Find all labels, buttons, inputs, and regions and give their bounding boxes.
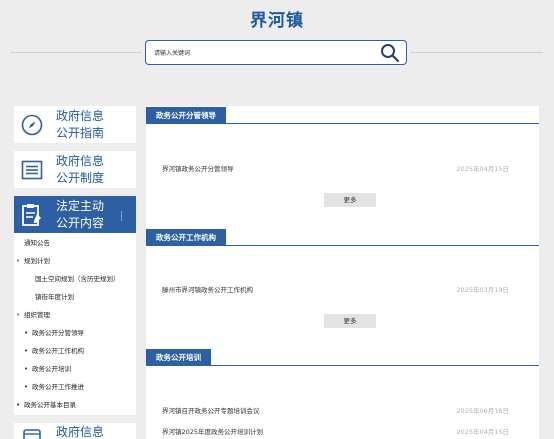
bullet-icon: • <box>24 383 29 391</box>
main-content: 政务公开分管领导 界河镇政务公开分管领导 2025年04月15日 更多 政务公开… <box>146 106 539 439</box>
tree-item-org-management[interactable]: • 组织管理 <box>14 306 136 324</box>
bullet-icon: • <box>16 257 21 265</box>
list-item-title[interactable]: 滕州市界河镇政务公开工作机构 <box>162 284 253 294</box>
bullet-icon: • <box>24 347 29 355</box>
list-icon <box>14 151 50 188</box>
site-title: 界河镇 <box>250 11 304 31</box>
bullet-icon: • <box>24 365 29 373</box>
list-item[interactable]: 滕州市界河镇政务公开工作机构 2025年03月19日 <box>162 284 509 294</box>
sidebar-card-label: 法定主动 公开内容 <box>56 198 105 230</box>
list-item[interactable]: 界河镇2025年度政务公开培训计划 2025年04月15日 <box>162 426 509 436</box>
section-header-agency: 政务公开工作机构 <box>146 229 539 246</box>
sidebar-card-system[interactable]: 政府信息 公开制度 <box>14 151 136 188</box>
bus-icon <box>14 423 50 439</box>
tree-item-annual-plan[interactable]: 镇街年度计划 <box>14 288 136 306</box>
active-indicator <box>121 211 122 221</box>
list-item[interactable]: 界河镇召开政务公开专题培训会议 2025年06月16日 <box>162 405 509 415</box>
tree-item-training[interactable]: • 政务公开培训 <box>14 360 136 378</box>
divider-left <box>10 52 142 53</box>
tree-item-catalog[interactable]: • 政务公开基本目录 <box>14 396 136 414</box>
more-button[interactable]: 更多 <box>324 193 376 207</box>
search-input[interactable] <box>154 47 374 60</box>
search-icon <box>381 44 400 63</box>
tree-item-progress[interactable]: • 政务公开工作推进 <box>14 378 136 396</box>
sidebar-card-label: 政府信息 公开制度 <box>56 153 105 185</box>
tree-item-notice[interactable]: 通知公告 <box>14 234 136 252</box>
document-edit-icon <box>14 196 50 233</box>
section-header-leader: 政务公开分管领导 <box>146 107 539 124</box>
tree-item-spatial-planning[interactable]: 国土空间规划（含历史规划） <box>14 270 136 288</box>
tree-item-leader[interactable]: • 政务公开分管领导 <box>14 324 136 342</box>
tree-item-planning[interactable]: • 规划计划 <box>14 252 136 270</box>
list-item-date: 2025年06月16日 <box>456 407 509 415</box>
sidebar-tree: 通知公告 • 规划计划 国土空间规划（含历史规划） 镇街年度计划 • 组织管理 • 政… <box>14 233 136 415</box>
sidebar-card-guide[interactable]: 政府信息 公开指南 <box>14 106 136 143</box>
section-tab[interactable]: 政务公开培训 <box>146 349 211 366</box>
bullet-icon: • <box>16 401 21 409</box>
sidebar-card-label: 政府信息 公开指南 <box>56 108 105 140</box>
sidebar-card-content[interactable]: 法定主动 公开内容 <box>14 196 136 233</box>
list-item-title[interactable]: 界河镇召开政务公开专题培训会议 <box>162 405 260 415</box>
tree-item-agency[interactable]: • 政务公开工作机构 <box>14 342 136 360</box>
search-button[interactable] <box>380 43 400 63</box>
list-item-date: 2025年04月15日 <box>456 165 509 173</box>
list-item-date: 2025年04月15日 <box>456 428 509 436</box>
more-button[interactable]: 更多 <box>324 314 376 328</box>
section-tab[interactable]: 政务公开工作机构 <box>146 229 226 246</box>
search-box <box>145 40 407 65</box>
list-item-title[interactable]: 界河镇政务公开分管领导 <box>162 163 234 173</box>
compass-icon <box>14 106 50 143</box>
sidebar-card-label: 政府信息 <box>56 425 105 439</box>
section-header-training: 政务公开培训 <box>146 349 539 366</box>
list-item-title[interactable]: 界河镇2025年度政务公开培训计划 <box>162 426 263 436</box>
list-item[interactable]: 界河镇政务公开分管领导 2025年04月15日 <box>162 163 509 173</box>
list-item-date: 2025年03月19日 <box>456 286 509 294</box>
section-tab[interactable]: 政务公开分管领导 <box>146 107 226 124</box>
bullet-icon: • <box>16 311 21 319</box>
sidebar-card-more[interactable]: 政府信息 <box>14 423 136 439</box>
bullet-icon: • <box>24 329 29 337</box>
divider-right <box>410 52 543 53</box>
sidebar: 政府信息 公开指南 政府信息 公开制度 法定主动 公开内容 通知公告 • 规划计… <box>14 106 136 439</box>
